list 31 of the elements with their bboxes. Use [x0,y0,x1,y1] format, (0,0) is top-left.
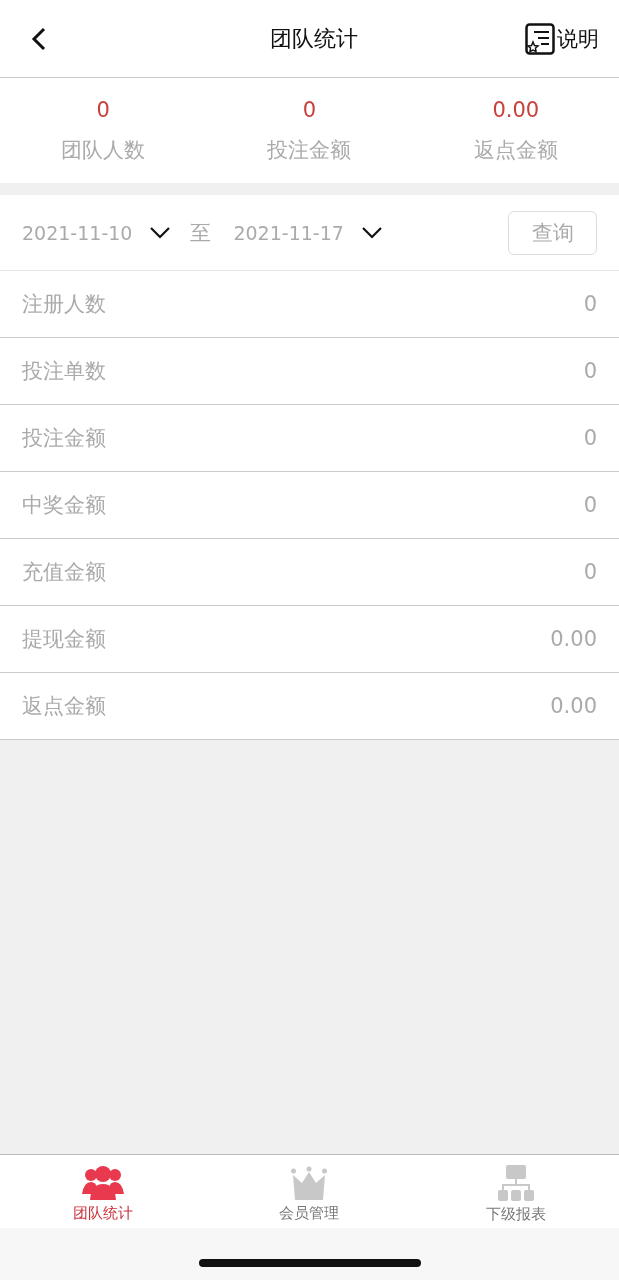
chevron-down-icon [361,226,382,239]
stat-label: 投注单数 [22,358,106,385]
people-icon [82,1166,125,1200]
crown-icon [291,1166,328,1200]
stat-value: 0.00 [550,694,597,718]
hierarchy-icon [497,1165,534,1201]
summary-label: 投注金额 [267,136,352,164]
stat-label: 投注金额 [22,425,106,452]
date-separator: 至 [190,219,212,247]
stat-label: 返点金额 [22,693,106,720]
chevron-down-icon [150,226,171,239]
stat-label: 提现金额 [22,626,106,653]
page-title: 团队统计 [269,24,358,53]
stat-value: 0 [583,560,597,584]
tab-bar-item[interactable]: 下级报表 [412,1155,619,1228]
help-button[interactable]: 说明 [525,22,599,55]
summary-label: 团队人数 [61,136,146,164]
summary-value: 0 [96,97,110,122]
stat-value: 0.00 [550,627,597,651]
tab-bar-item[interactable]: 会员管理 [206,1155,413,1228]
stat-value: 0 [583,493,597,517]
stat-value: 0 [583,426,597,450]
stat-label: 充值金额 [22,559,106,586]
stat-label: 中奖金额 [22,492,106,519]
tab-bar-item[interactable]: 团队统计 [0,1155,207,1228]
summary-value: 0 [302,97,317,122]
stat-value: 0 [583,292,597,316]
summary-label: 返点金额 [473,136,558,164]
stat-value: 0 [583,359,597,383]
summary-value: 0.00 [492,97,540,122]
stat-label: 注册人数 [22,291,106,318]
